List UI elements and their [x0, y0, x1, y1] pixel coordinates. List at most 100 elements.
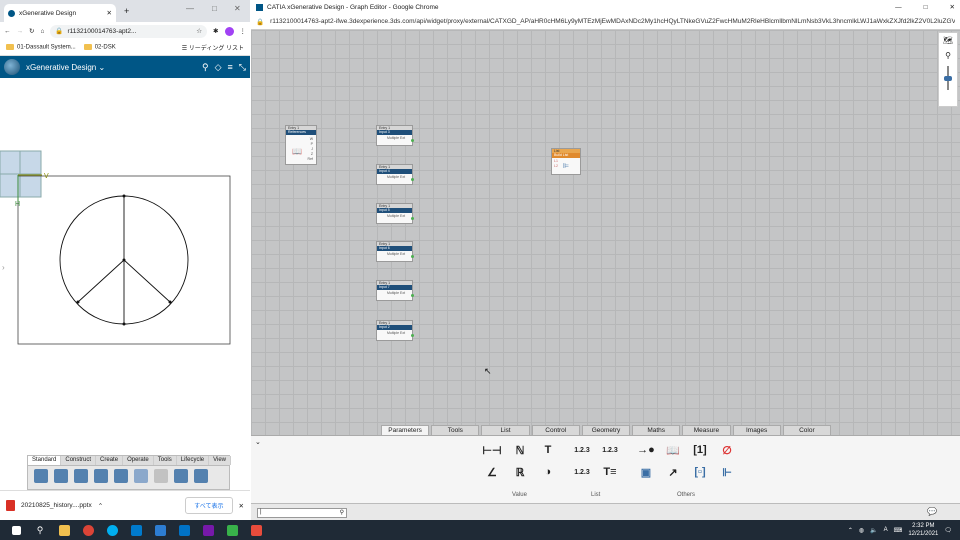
bookmark-item[interactable]: 01-Dassault System... [6, 44, 76, 51]
windows-start-icon[interactable] [4, 520, 28, 540]
speaker-icon[interactable]: 🔈 [870, 527, 877, 534]
output-port[interactable] [411, 178, 414, 181]
output-port[interactable] [411, 294, 414, 297]
sketch-canvas[interactable]: V H › [0, 78, 250, 490]
book-icon[interactable]: 📖 [664, 442, 682, 458]
tab-create[interactable]: Create [96, 456, 124, 465]
length-icon[interactable]: ⊢⊣ [482, 442, 501, 458]
array-icon[interactable]: [1] [691, 442, 709, 458]
boolean-icon[interactable]: ◑ [539, 464, 557, 480]
close-window-icon[interactable]: ✕ [234, 4, 241, 13]
chevron-down-icon[interactable]: ⌄ [255, 438, 261, 446]
capture-icon[interactable] [174, 469, 188, 483]
bracket-icon[interactable]: [▫] [691, 464, 709, 480]
bookmark-item[interactable]: 02-DSK [83, 44, 116, 51]
integer-icon[interactable]: ℕ [511, 442, 529, 458]
tab-tools[interactable]: Tools [153, 456, 177, 465]
network-icon[interactable]: ◍ [859, 527, 864, 534]
new-tab-icon[interactable]: + [124, 6, 129, 16]
home-icon[interactable] [34, 469, 48, 483]
app-title[interactable]: xGenerative Design ⌄ [26, 63, 196, 72]
omnibox[interactable]: 🔒 r1132100014763-apt2... ☆ [50, 24, 208, 38]
output-port[interactable] [411, 334, 414, 337]
redo-icon[interactable] [154, 469, 168, 483]
show-all-button[interactable]: すべて表示 [185, 497, 233, 514]
onenote-icon[interactable] [196, 520, 220, 540]
clock[interactable]: 2:32 PM 12/21/2021 [908, 522, 938, 538]
chrome-icon[interactable] [76, 520, 100, 540]
search-icon[interactable]: ⚲ [202, 62, 209, 73]
map-icon[interactable]: 🗺 [943, 36, 953, 45]
powershell-icon[interactable] [148, 520, 172, 540]
number-list-icon[interactable]: 1.2.3 [573, 442, 591, 458]
compass-icon[interactable] [4, 59, 20, 75]
reading-list[interactable]: ☰ リーディング リスト [182, 43, 244, 52]
search-icon[interactable]: ⚲ [340, 509, 344, 516]
tab-standard[interactable]: Standard [28, 456, 62, 465]
input-node[interactable]: Entry 1 Input 6 Multiple Ext [376, 241, 414, 262]
input-node[interactable]: Entry 1 Input 3 Multiple Ext [376, 125, 414, 146]
input-node[interactable]: Entry 1 Input 5 Multiple Ext [376, 203, 414, 224]
text-icon[interactable]: T [539, 442, 557, 458]
undo-icon[interactable] [134, 469, 148, 483]
collapse-icon[interactable]: ⤡ [239, 62, 246, 73]
input-arrow-icon[interactable]: →● [637, 442, 655, 458]
length-list-icon[interactable]: 1.2.3 [601, 442, 619, 458]
maximize-icon[interactable]: □ [212, 4, 217, 13]
graph-canvas[interactable]: Entry 1 References 📖 W P J Z Ref Entry 1… [251, 30, 960, 435]
camtasia-icon[interactable] [220, 520, 244, 540]
tag-icon[interactable]: ◇ [215, 62, 222, 73]
output-port[interactable] [411, 217, 414, 220]
url-text[interactable]: r1132100014763-apt2-ifwe.3dexperience.3d… [270, 18, 955, 25]
minimize-icon[interactable]: — [186, 4, 194, 13]
ime-indicator[interactable]: A [884, 527, 888, 533]
output-port[interactable] [411, 255, 414, 258]
input-node[interactable]: Entry 1 Input 4 Multiple Ext [376, 164, 414, 185]
star-icon[interactable]: ☆ [196, 27, 202, 35]
chevron-up-icon[interactable]: ⌃ [98, 502, 103, 510]
zoom-slider[interactable] [944, 66, 952, 90]
share-icon[interactable] [194, 469, 208, 483]
real-icon[interactable]: ℝ [511, 464, 529, 480]
tab-construct[interactable]: Construct [61, 456, 97, 465]
expand-arrow-icon[interactable]: › [2, 263, 5, 272]
skype-icon[interactable] [100, 520, 124, 540]
profile-avatar[interactable] [224, 26, 234, 36]
reload-icon[interactable]: ↻ [29, 27, 34, 35]
keyboard-icon[interactable]: ⌨ [894, 527, 903, 534]
bar-icon[interactable]: ⊩ [718, 464, 736, 480]
minimize-icon[interactable]: — [895, 4, 902, 11]
download-filename[interactable]: 20210825_history....pptx [21, 502, 92, 509]
tab-xgenerative[interactable]: xGenerative Design ✕ [4, 4, 116, 22]
save-icon[interactable] [74, 469, 88, 483]
angle-icon[interactable]: ∠ [483, 464, 501, 480]
outlook-icon[interactable] [172, 520, 196, 540]
real-list-icon[interactable]: 1.2.3 [573, 464, 591, 480]
home-icon[interactable]: ⌂ [40, 28, 44, 35]
search-icon[interactable]: ⚲ [28, 520, 52, 540]
tab-lifecycle[interactable]: Lifecycle [176, 456, 210, 465]
close-window-icon[interactable]: ✕ [950, 3, 955, 11]
vscode-icon[interactable] [124, 520, 148, 540]
extensions-icon[interactable]: ✱ [213, 27, 218, 35]
image-icon[interactable]: ▣ [637, 464, 655, 480]
close-download-icon[interactable]: ✕ [239, 502, 244, 510]
chevron-up-icon[interactable]: ⌃ [848, 527, 853, 534]
build-list-node[interactable]: List Build List L1 L2 ⊫ [551, 148, 581, 175]
notification-icon[interactable]: 🗨 [944, 527, 952, 534]
output-port[interactable] [411, 139, 414, 142]
comment-icon[interactable]: 💬 [927, 507, 939, 517]
refresh-icon[interactable] [94, 469, 108, 483]
node-search-input[interactable]: | ⚲ [257, 508, 347, 518]
hamburger-icon[interactable]: ≡ [228, 62, 233, 72]
forward-icon[interactable]: → [17, 28, 24, 35]
references-node[interactable]: Entry 1 References 📖 W P J Z Ref [285, 125, 317, 165]
settings-icon[interactable] [54, 469, 68, 483]
zoom-icon[interactable]: ⚲ [945, 51, 951, 60]
close-icon[interactable]: ✕ [107, 9, 112, 17]
null-icon[interactable]: ∅ [718, 442, 736, 458]
maximize-icon[interactable]: □ [924, 4, 928, 11]
menu-icon[interactable]: ⋮ [240, 27, 247, 35]
tab-view[interactable]: View [209, 456, 232, 465]
input-node[interactable]: Entry 1 Input 2 Multiple Ext [376, 320, 414, 341]
